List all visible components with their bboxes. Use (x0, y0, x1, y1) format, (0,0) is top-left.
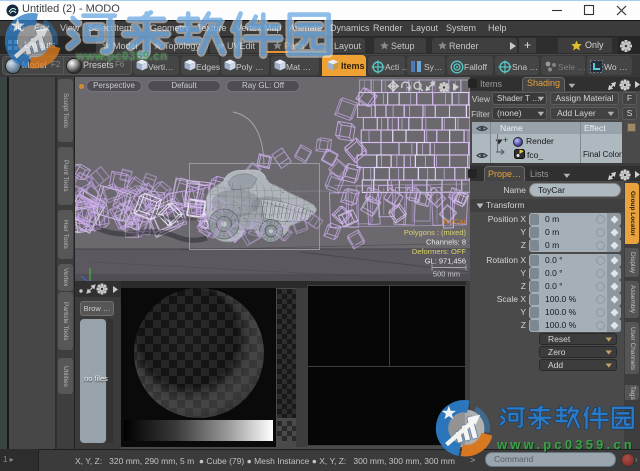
svg-text:GL: 971,456: GL: 971,456 (425, 257, 466, 266)
svg-text:ToyCar: ToyCar (442, 217, 466, 226)
svg-text:Channels: 8: Channels: 8 (426, 238, 466, 247)
svg-text:Polygons : (mixed): Polygons : (mixed) (404, 228, 467, 237)
svg-text:Deformers: OFF: Deformers: OFF (412, 247, 467, 256)
svg-text:500 mm: 500 mm (433, 270, 460, 279)
